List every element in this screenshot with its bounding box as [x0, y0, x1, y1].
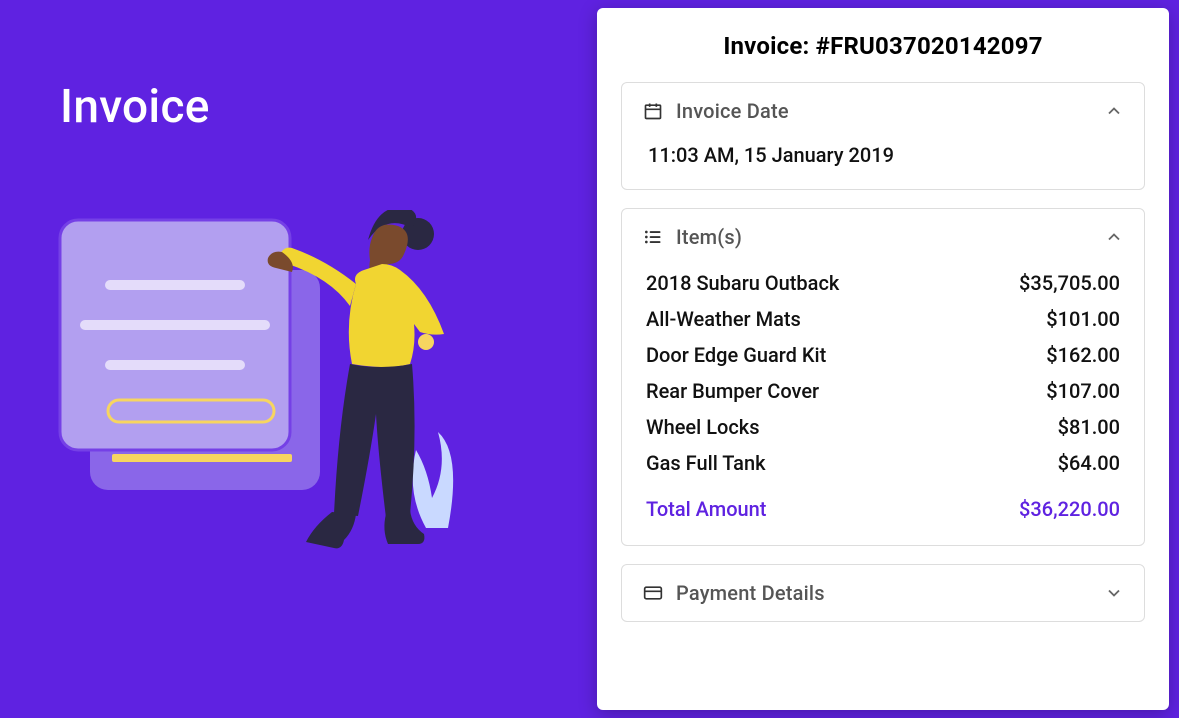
item-row: All-Weather Mats $101.00	[642, 301, 1124, 337]
item-row: Door Edge Guard Kit $162.00	[642, 337, 1124, 373]
invoice-date-title: Invoice Date	[676, 99, 789, 123]
item-name: 2018 Subaru Outback	[646, 271, 839, 295]
item-row: Wheel Locks $81.00	[642, 409, 1124, 445]
items-card: Item(s) 2018 Subaru Outback $35,705.00 All…	[621, 208, 1145, 546]
item-price: $162.00	[1046, 343, 1120, 367]
calendar-icon	[642, 100, 664, 122]
item-name: Rear Bumper Cover	[646, 379, 819, 403]
item-row: Gas Full Tank $64.00	[642, 445, 1124, 481]
item-name: Gas Full Tank	[646, 451, 766, 475]
items-total-label: Total Amount	[646, 497, 766, 521]
chevron-up-icon	[1104, 227, 1124, 247]
item-price: $107.00	[1046, 379, 1120, 403]
item-row: Rear Bumper Cover $107.00	[642, 373, 1124, 409]
payment-title: Payment Details	[676, 581, 825, 605]
invoice-panel-scroll[interactable]: Invoice: #FRU037020142097 Invoice Date	[597, 8, 1169, 710]
chevron-down-icon	[1104, 583, 1124, 603]
items-body: 2018 Subaru Outback $35,705.00 All-Weather…	[622, 265, 1144, 545]
item-row: 2018 Subaru Outback $35,705.00	[642, 265, 1124, 301]
items-total-row: Total Amount $36,220.00	[642, 491, 1124, 527]
invoice-number-header: Invoice: #FRU037020142097	[621, 32, 1145, 60]
invoice-date-body: 11:03 AM, 15 January 2019	[622, 139, 1144, 189]
list-icon	[642, 226, 664, 248]
chevron-up-icon	[1104, 101, 1124, 121]
credit-card-icon	[642, 582, 664, 604]
invoice-number: #FRU037020142097	[816, 32, 1043, 60]
items-total-value: $36,220.00	[1019, 497, 1120, 521]
page-title: Invoice	[60, 80, 535, 134]
payment-header[interactable]: Payment Details	[622, 565, 1144, 621]
items-header[interactable]: Item(s)	[622, 209, 1144, 265]
invoice-panel: Invoice: #FRU037020142097 Invoice Date	[597, 8, 1169, 710]
item-price: $101.00	[1046, 307, 1120, 331]
invoice-date-card: Invoice Date 11:03 AM, 15 January 2019	[621, 82, 1145, 190]
item-price: $64.00	[1058, 451, 1120, 475]
invoice-date-header[interactable]: Invoice Date	[622, 83, 1144, 139]
item-name: Door Edge Guard Kit	[646, 343, 826, 367]
items-title: Item(s)	[676, 225, 742, 249]
payment-card: Payment Details	[621, 564, 1145, 622]
invoice-header-prefix: Invoice:	[723, 32, 815, 60]
invoice-date-value: 11:03 AM, 15 January 2019	[642, 139, 1124, 171]
invoice-illustration	[50, 210, 490, 570]
item-name: All-Weather Mats	[646, 307, 801, 331]
item-name: Wheel Locks	[646, 415, 760, 439]
item-price: $35,705.00	[1019, 271, 1120, 295]
item-price: $81.00	[1058, 415, 1120, 439]
